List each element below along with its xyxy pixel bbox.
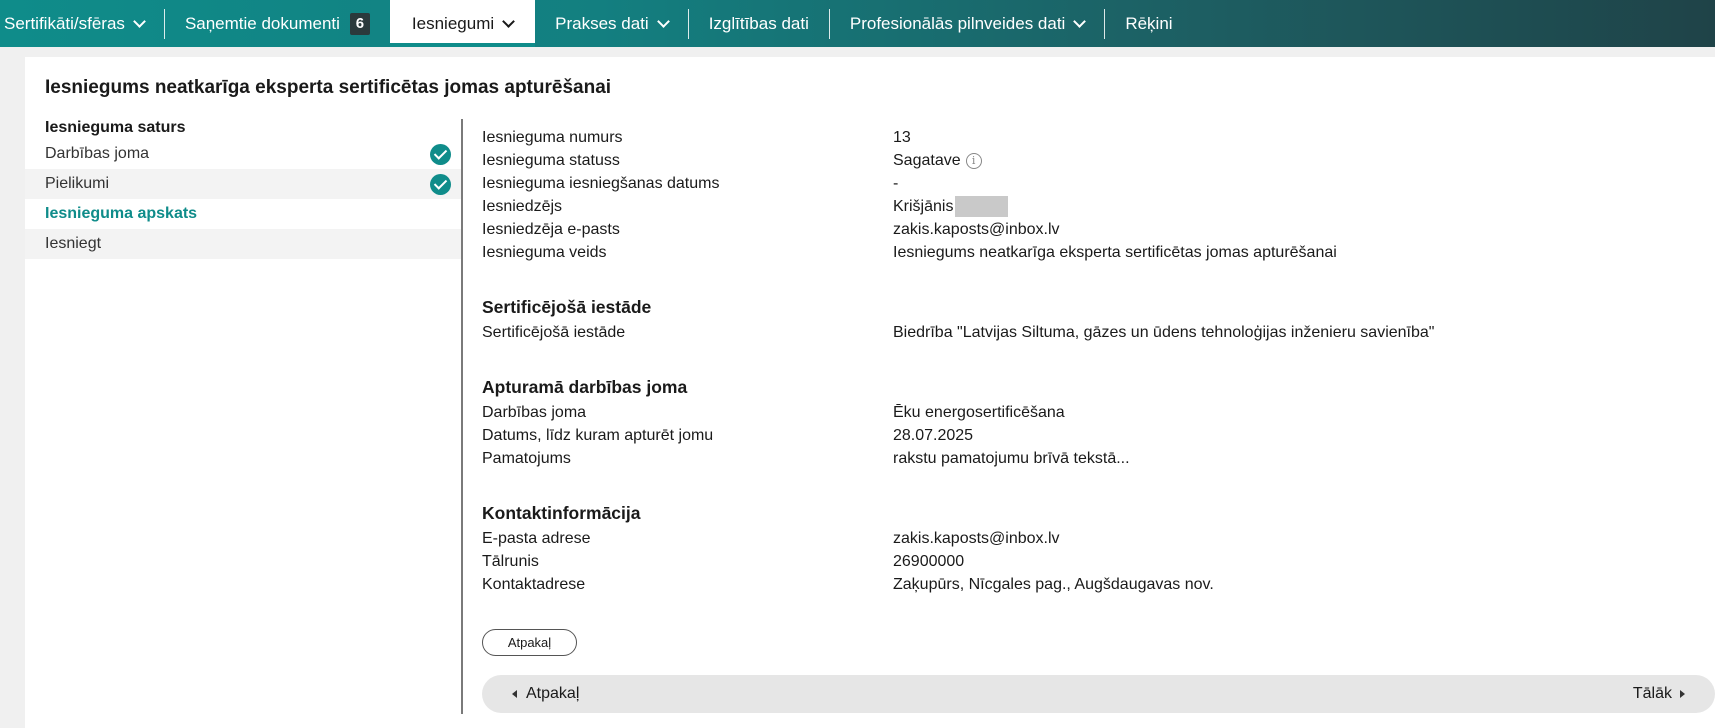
row-label: Iesnieguma statuss <box>482 152 620 169</box>
detail-row: Iesnieguma numurs 13 <box>482 126 1712 149</box>
row-value: 13 <box>893 129 911 146</box>
nav-izglitibas-label: Izglītības dati <box>708 13 809 33</box>
redacted-surname <box>955 196 1009 217</box>
detail-row: Sertificējošā iestāde Biedrība "Latvijas… <box>482 321 1712 344</box>
row-label: Iesniedzējs <box>482 198 563 215</box>
chevron-down-icon <box>656 14 670 28</box>
nav-rekini-label: Rēķini <box>1125 13 1173 33</box>
row-value: zakis.kaposts@inbox.lv <box>893 221 1060 238</box>
status-text: Sagatave <box>893 152 961 169</box>
nav-profesionalas-pilnveides-dati[interactable]: Profesionālās pilnveides dati <box>830 0 1104 47</box>
row-value: Ēku energosertificēšana <box>893 404 1065 421</box>
row-label: Pamatojums <box>482 450 571 467</box>
vertical-divider <box>461 119 463 714</box>
row-value: - <box>893 175 899 192</box>
chevron-down-icon <box>502 14 516 28</box>
row-label: Iesniedzēja e-pasts <box>482 221 620 238</box>
detail-row: Datums, līdz kuram apturēt jomu 28.07.20… <box>482 424 1712 447</box>
detail-row: Iesniedzējs Krišjānis <box>482 195 1712 218</box>
page-title: Iesniegums neatkarīga eksperta sertificē… <box>45 77 612 98</box>
sidebar-item-label: Darbības joma <box>45 145 150 162</box>
nav-sertifikati-label: Sertifikāti/sfēras <box>4 13 125 33</box>
review-content: Iesnieguma numurs 13 Iesnieguma statuss … <box>482 126 1712 596</box>
nav-sanemtie-dokumenti[interactable]: Saņemtie dokumenti 6 <box>165 0 390 47</box>
count-badge: 6 <box>349 12 370 35</box>
detail-row: Iesniedzēja e-pasts zakis.kaposts@inbox.… <box>482 218 1712 241</box>
caret-left-icon <box>512 690 517 698</box>
nav-iesniegumi[interactable]: Iesniegumi <box>389 0 536 47</box>
row-label: Tālrunis <box>482 553 539 570</box>
row-value: rakstu pamatojumu brīvā tekstā... <box>893 450 1130 467</box>
row-label: Darbības joma <box>482 404 587 421</box>
detail-row: Pamatojums rakstu pamatojumu brīvā tekst… <box>482 447 1712 470</box>
row-value: Iesniegums neatkarīga eksperta sertificē… <box>893 244 1337 261</box>
pager-prev-link[interactable]: Atpakaļ <box>512 685 579 703</box>
nav-iesniegumi-label: Iesniegumi <box>411 13 495 33</box>
row-label: Iesnieguma numurs <box>482 129 623 146</box>
sidebar: Iesnieguma saturs Darbības joma Pielikum… <box>25 117 461 259</box>
detail-row: Tālrunis 26900000 <box>482 550 1712 573</box>
check-circle-icon <box>430 143 451 165</box>
row-value: Biedrība "Latvijas Siltuma, gāzes un ūde… <box>893 324 1435 341</box>
row-value: 26900000 <box>893 553 965 570</box>
back-button[interactable]: Atpakaļ <box>482 629 577 656</box>
detail-row: E-pasta adrese zakis.kaposts@inbox.lv <box>482 527 1712 550</box>
sidebar-item-iesnieguma-apskats[interactable]: Iesnieguma apskats <box>25 199 461 229</box>
detail-row: Iesnieguma statuss Sagatave i <box>482 149 1712 172</box>
caret-right-icon <box>1680 690 1685 698</box>
nav-sanemtie-label: Saņemtie dokumenti <box>184 13 340 33</box>
submitter-name: Krišjānis <box>893 198 954 215</box>
nav-prakses-label: Prakses dati <box>555 13 649 33</box>
nav-izglitibas-dati[interactable]: Izglītības dati <box>689 0 829 47</box>
detail-row: Iesnieguma iesniegšanas datums - <box>482 172 1712 195</box>
row-label: Datums, līdz kuram apturēt jomu <box>482 427 714 444</box>
row-label: Sertificējošā iestāde <box>482 324 626 341</box>
sidebar-item-label: Pielikumi <box>45 175 110 192</box>
sidebar-item-label: Iesniegt <box>45 235 102 252</box>
section-title-kontaktinformacija: Kontaktinformācija <box>482 503 641 523</box>
top-navigation: Sertifikāti/sfēras Saņemtie dokumenti 6 … <box>0 0 1715 47</box>
sidebar-item-darbibas-joma[interactable]: Darbības joma <box>25 139 461 169</box>
sidebar-item-label: Iesnieguma apskats <box>45 205 198 222</box>
status-value: Sagatave i <box>893 149 982 172</box>
info-icon[interactable]: i <box>965 152 982 169</box>
row-value: 28.07.2025 <box>893 427 974 444</box>
nav-prakses-dati[interactable]: Prakses dati <box>535 0 688 47</box>
main-panel: Iesniegums neatkarīga eksperta sertificē… <box>25 57 1715 728</box>
chevron-down-icon <box>133 14 146 28</box>
row-value: zakis.kaposts@inbox.lv <box>893 530 1060 547</box>
detail-row: Iesnieguma veids Iesniegums neatkarīga e… <box>482 241 1712 264</box>
sidebar-item-iesniegt[interactable]: Iesniegt <box>25 229 461 259</box>
section-title-apturama-darbibas-joma: Apturamā darbības joma <box>482 377 688 397</box>
detail-row: Darbības joma Ēku energosertificēšana <box>482 401 1712 424</box>
chevron-down-icon <box>1073 14 1087 28</box>
pager-next-label: Tālāk <box>1632 685 1672 702</box>
sidebar-item-pielikumi[interactable]: Pielikumi <box>25 169 461 199</box>
submitter-value: Krišjānis <box>893 195 1009 218</box>
pager-prev-label: Atpakaļ <box>526 685 580 702</box>
row-value: Zaķupūrs, Nīcgales pag., Augšdaugavas no… <box>893 576 1214 593</box>
section-title-sertificejosa-iestade: Sertificējošā iestāde <box>482 297 652 317</box>
step-pager: Atpakaļ Tālāk <box>482 675 1715 713</box>
detail-row: Kontaktadrese Zaķupūrs, Nīcgales pag., A… <box>482 573 1712 596</box>
row-label: E-pasta adrese <box>482 530 591 547</box>
row-label: Kontaktadrese <box>482 576 586 593</box>
nav-rekini[interactable]: Rēķini <box>1105 0 1192 47</box>
row-label: Iesnieguma iesniegšanas datums <box>482 175 720 192</box>
nav-profesionalas-label: Profesionālās pilnveides dati <box>849 13 1066 33</box>
sidebar-heading: Iesnieguma saturs <box>45 119 186 136</box>
pager-next-link[interactable]: Tālāk <box>1633 685 1685 703</box>
nav-sertifikati[interactable]: Sertifikāti/sfēras <box>0 0 164 47</box>
check-circle-icon <box>430 173 451 195</box>
row-label: Iesnieguma veids <box>482 244 607 261</box>
